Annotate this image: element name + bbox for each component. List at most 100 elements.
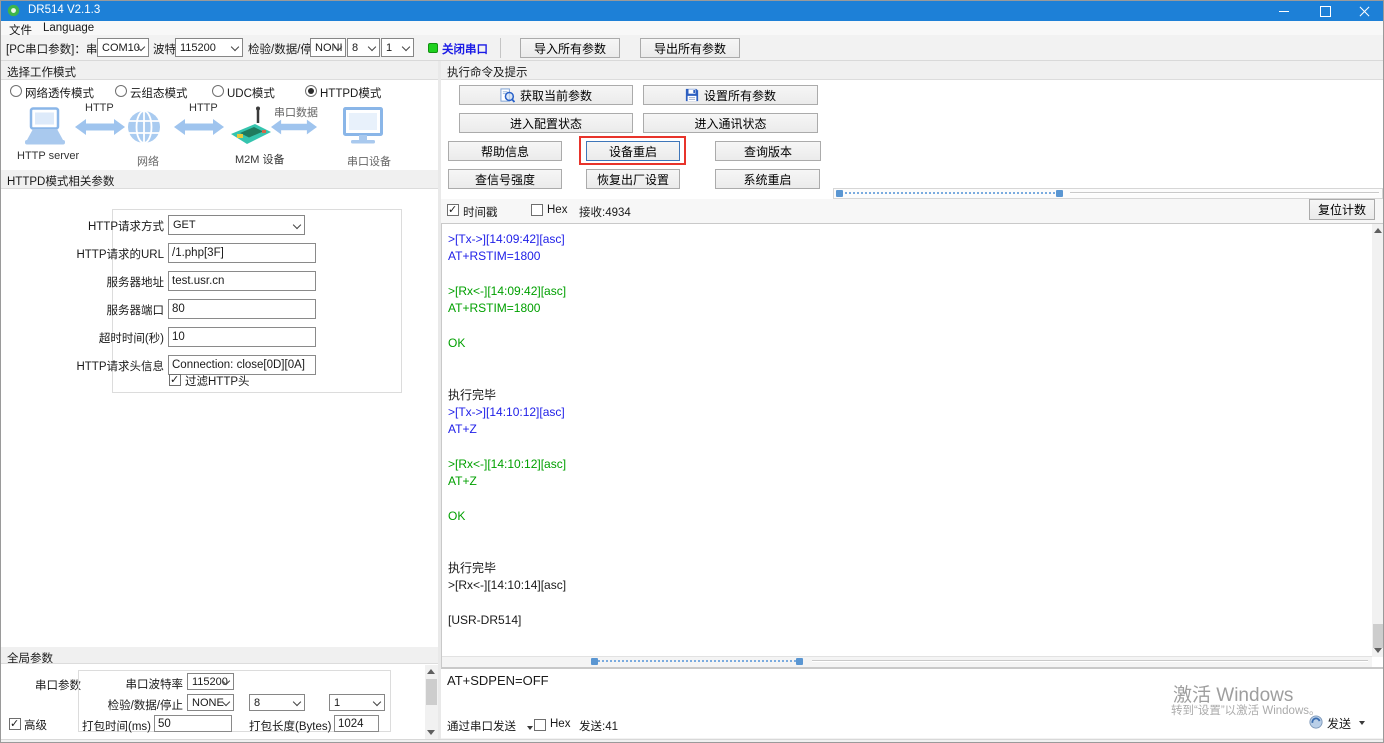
double-arrow-icon bbox=[75, 118, 125, 136]
toolbar-separator bbox=[500, 38, 501, 58]
databits-select[interactable]: 8 bbox=[347, 38, 380, 57]
work-mode-header-label: 选择工作模式 bbox=[7, 67, 76, 79]
log-line: 执行完毕 bbox=[448, 387, 1366, 404]
scrollbar-thumb[interactable] bbox=[426, 679, 437, 705]
maximize-button[interactable] bbox=[1305, 1, 1345, 21]
set-params-button[interactable]: 设置所有参数 bbox=[643, 85, 818, 105]
log-h-scrollbar[interactable] bbox=[442, 656, 1372, 667]
enter-config-button[interactable]: 进入配置状态 bbox=[459, 113, 633, 133]
log-v-scrollbar[interactable] bbox=[1372, 224, 1384, 657]
pack-time-field[interactable] bbox=[154, 715, 232, 732]
log-line bbox=[448, 490, 1366, 507]
server-port-field[interactable] bbox=[168, 299, 316, 319]
m2m-device-icon bbox=[229, 105, 273, 149]
com-port-select[interactable]: COM10 bbox=[97, 38, 149, 57]
gp-databits-select[interactable]: 8 bbox=[249, 694, 305, 711]
receive-log[interactable]: >[Tx->][14:09:42][asc] AT+RSTIM=1800 >[R… bbox=[441, 223, 1384, 668]
slider-thumb[interactable] bbox=[796, 658, 803, 665]
import-params-button[interactable]: 导入所有参数 bbox=[520, 38, 620, 58]
log-line: >[Rx<-][14:10:14][asc] bbox=[448, 577, 1366, 594]
scroll-up-icon[interactable] bbox=[427, 669, 435, 674]
status-dot-icon bbox=[428, 43, 438, 53]
chevron-down-icon bbox=[373, 698, 381, 706]
slider-thumb[interactable] bbox=[836, 190, 843, 197]
left-panel-scrollbar[interactable] bbox=[425, 665, 438, 739]
send-via-label: 通过串口发送 bbox=[447, 721, 516, 733]
http-method-select[interactable]: GET bbox=[168, 215, 305, 235]
rx-count-label: 接收:4934 bbox=[579, 204, 631, 220]
chevron-down-icon bbox=[368, 43, 376, 51]
caret-down-icon bbox=[1359, 721, 1365, 725]
scroll-down-icon[interactable] bbox=[1374, 648, 1382, 653]
close-serial-button[interactable]: 关闭串口 bbox=[442, 41, 488, 57]
filter-http-label: 过滤HTTP头 bbox=[185, 373, 250, 389]
gp-baud-label: 串口波特率 bbox=[101, 676, 183, 692]
tx-count-label: 发送:41 bbox=[579, 718, 618, 734]
server-address-field[interactable] bbox=[168, 271, 316, 291]
timestamp-checkbox[interactable] bbox=[447, 204, 459, 216]
stopbits-select[interactable]: 1 bbox=[381, 38, 414, 57]
get-params-label: 获取当前参数 bbox=[520, 87, 592, 104]
advanced-checkbox[interactable] bbox=[9, 718, 21, 730]
menu-language[interactable]: Language bbox=[43, 22, 94, 34]
log-line bbox=[448, 594, 1366, 611]
log-line bbox=[448, 369, 1366, 386]
scroll-down-icon[interactable] bbox=[427, 730, 435, 735]
rx-hex-checkbox[interactable] bbox=[531, 204, 543, 216]
help-button[interactable]: 帮助信息 bbox=[448, 141, 562, 161]
radio-mode-udc[interactable] bbox=[212, 85, 224, 97]
slider-groove bbox=[1070, 192, 1379, 194]
work-mode-header: 选择工作模式 bbox=[1, 61, 438, 80]
log-line: AT+RSTIM=1800 bbox=[448, 300, 1366, 317]
slider-track bbox=[838, 192, 1062, 194]
filter-http-checkbox[interactable] bbox=[169, 374, 181, 386]
get-params-button[interactable]: 获取当前参数 bbox=[459, 85, 633, 105]
send-button[interactable]: 发送 bbox=[1309, 714, 1375, 734]
close-button[interactable] bbox=[1345, 1, 1383, 21]
pack-time-label: 打包时间(ms) bbox=[69, 718, 151, 734]
timeout-label: 超时时间(秒) bbox=[56, 330, 164, 346]
send-via-dropdown[interactable]: 通过串口发送 bbox=[447, 718, 533, 734]
http-url-field[interactable] bbox=[168, 243, 316, 263]
query-version-button[interactable]: 查询版本 bbox=[715, 141, 821, 161]
node-label-network: 网络 bbox=[137, 153, 159, 169]
tx-hex-label: Hex bbox=[550, 718, 570, 730]
gp-parity-select[interactable]: NONE bbox=[187, 694, 234, 711]
scroll-up-icon[interactable] bbox=[1374, 228, 1382, 233]
menubar: 文件 Language bbox=[1, 21, 1383, 35]
log-line: [USR-DR514] bbox=[448, 612, 1366, 629]
pack-len-field[interactable] bbox=[334, 715, 379, 732]
minimize-button[interactable] bbox=[1263, 1, 1305, 21]
radio-mode-transparent[interactable] bbox=[10, 85, 22, 97]
system-restart-button[interactable]: 系统重启 bbox=[715, 169, 820, 189]
radio-mode-cloud[interactable] bbox=[115, 85, 127, 97]
chevron-down-icon bbox=[402, 43, 410, 51]
gp-stopbits-select[interactable]: 1 bbox=[329, 694, 385, 711]
top-h-slider[interactable] bbox=[833, 188, 1383, 199]
receive-controls: 时间戳 Hex 接收:4934 复位计数 bbox=[441, 199, 1383, 223]
enter-comm-button[interactable]: 进入通讯状态 bbox=[643, 113, 818, 133]
parity-select[interactable]: NONI bbox=[310, 38, 346, 57]
set-params-label: 设置所有参数 bbox=[704, 87, 776, 104]
slider-thumb[interactable] bbox=[591, 658, 598, 665]
radio-mode-httpd[interactable] bbox=[305, 85, 317, 97]
export-params-button[interactable]: 导出所有参数 bbox=[640, 38, 740, 58]
log-line bbox=[448, 542, 1366, 559]
scrollbar-thumb[interactable] bbox=[1373, 624, 1383, 648]
reset-count-button[interactable]: 复位计数 bbox=[1309, 199, 1375, 220]
globe-icon bbox=[126, 109, 162, 145]
timeout-field[interactable] bbox=[168, 327, 316, 347]
server-port-label: 服务器端口 bbox=[56, 302, 164, 318]
baud-select[interactable]: 115200 bbox=[175, 38, 243, 57]
slider-thumb[interactable] bbox=[1056, 190, 1063, 197]
gp-baud-select[interactable]: 115200 bbox=[187, 673, 234, 690]
double-arrow-icon bbox=[271, 118, 317, 136]
send-area[interactable]: AT+SDPEN=OFF 激活 Windows 转到“设置”以激活 Window… bbox=[441, 668, 1383, 738]
log-line: AT+RSTIM=1800 bbox=[448, 248, 1366, 265]
query-signal-button[interactable]: 查信号强度 bbox=[448, 169, 562, 189]
factory-reset-button[interactable]: 恢复出厂设置 bbox=[586, 169, 680, 189]
tx-hex-checkbox[interactable] bbox=[534, 719, 546, 731]
advanced-label: 高级 bbox=[24, 717, 47, 733]
http-header-field[interactable] bbox=[168, 355, 316, 375]
httpd-params-header-label: HTTPD模式相关参数 bbox=[7, 176, 114, 188]
